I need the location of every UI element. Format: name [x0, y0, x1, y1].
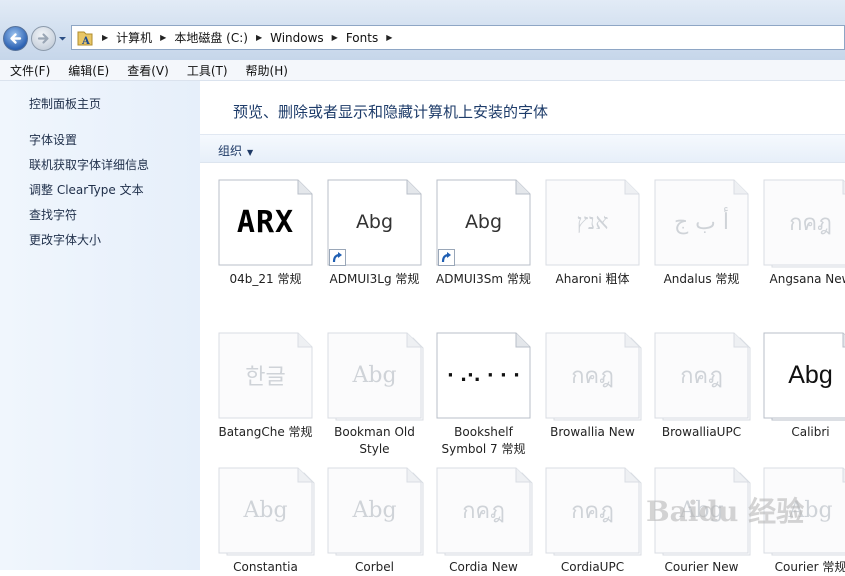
back-button[interactable]: [3, 26, 28, 51]
font-name-label: Aharoni 粗体: [555, 272, 630, 286]
font-name-label: Courier New: [664, 560, 739, 574]
font-family-thumbnail: กคฎ: [654, 332, 754, 422]
forward-button[interactable]: [31, 26, 56, 51]
menu-bar: 文件(F) 编辑(E) 查看(V) 工具(T) 帮助(H): [0, 60, 845, 81]
font-file-thumbnail: 한글: [218, 332, 318, 422]
font-preview-glyphs: Abg: [788, 360, 833, 389]
breadcrumb-computer[interactable]: 计算机: [116, 29, 152, 46]
font-preview-glyphs: 한글: [245, 365, 286, 390]
font-name-label: Angsana New: [769, 272, 845, 286]
get-font-info-online-link[interactable]: 联机获取字体详细信息: [29, 156, 149, 173]
breadcrumb-separator[interactable]: ▶: [256, 33, 262, 42]
font-file-thumbnail: · .·. · · ·: [436, 332, 536, 422]
font-name-label: ADMUI3Sm 常规: [436, 272, 531, 286]
font-preview-glyphs: กคฎ: [789, 210, 832, 236]
breadcrumb-separator[interactable]: ▶: [160, 33, 166, 42]
font-name-label: Browallia New: [550, 425, 635, 439]
font-family-thumbnail: Abg: [763, 332, 845, 422]
font-preview-glyphs: Abg: [243, 497, 288, 523]
font-name-label: Bookman Old Style: [334, 425, 415, 456]
breadcrumb-separator[interactable]: ▶: [386, 33, 392, 42]
font-file-thumbnail: أ ب ج: [654, 179, 754, 269]
font-name-label: Calibri: [791, 425, 830, 439]
menu-file[interactable]: 文件(F): [0, 62, 58, 79]
chevron-down-icon: ▼: [247, 148, 254, 157]
font-preview-glyphs: กคฎ: [571, 363, 614, 389]
font-preview-glyphs: أ ب ج: [673, 209, 729, 235]
address-bar[interactable]: A ▶ 计算机 ▶ 本地磁盘 (C:) ▶ Windows ▶ Fonts ▶: [71, 25, 845, 50]
breadcrumb-local-disk[interactable]: 本地磁盘 (C:): [174, 29, 248, 46]
font-file-thumbnail: ARX: [218, 179, 318, 269]
adjust-cleartype-link[interactable]: 调整 ClearType 文本: [29, 181, 144, 198]
organize-button[interactable]: 组织 ▼: [218, 142, 253, 159]
font-preview-glyphs: ARX: [236, 204, 295, 240]
font-settings-link[interactable]: 字体设置: [29, 131, 77, 148]
change-font-size-link[interactable]: 更改字体大小: [29, 231, 101, 248]
font-preview-glyphs: Abg: [352, 362, 397, 388]
task-pane: 控制面板主页 字体设置 联机获取字体详细信息 调整 ClearType 文本 查…: [0, 81, 200, 570]
font-name-label: Corbel: [355, 560, 394, 574]
shortcut-arrow-icon: [329, 249, 346, 266]
font-preview-glyphs: Abg: [352, 497, 397, 523]
font-name-label: BatangChe 常规: [218, 425, 313, 439]
font-family-thumbnail: กคฎ: [545, 467, 645, 557]
font-name-label: Bookshelf Symbol 7 常规: [441, 425, 526, 456]
menu-tools[interactable]: 工具(T): [177, 62, 236, 79]
breadcrumb-fonts[interactable]: Fonts: [346, 31, 378, 45]
arrow-right-icon: [37, 33, 49, 44]
font-file-thumbnail: אנץ: [545, 179, 645, 269]
breadcrumb-windows[interactable]: Windows: [270, 31, 324, 45]
font-name-label: Constantia: [233, 560, 298, 574]
command-bar: 组织 ▼: [200, 134, 845, 163]
font-family-thumbnail: Abg: [327, 332, 427, 422]
control-panel-home-link[interactable]: 控制面板主页: [29, 95, 101, 112]
font-family-thumbnail: กคฎ: [763, 179, 845, 269]
font-family-thumbnail: Abg: [327, 467, 427, 557]
font-family-thumbnail: กคฎ: [545, 332, 645, 422]
font-family-thumbnail: กคฎ: [436, 467, 536, 557]
font-preview-glyphs: กคฎ: [680, 363, 723, 389]
font-preview-glyphs: אנץ: [576, 210, 609, 235]
watermark: Baidu 经验: [646, 495, 805, 528]
breadcrumb-separator[interactable]: ▶: [102, 33, 108, 42]
find-character-link[interactable]: 查找字符: [29, 206, 77, 223]
organize-label: 组织: [218, 144, 243, 158]
svg-text:A: A: [81, 36, 90, 47]
fonts-folder-icon: A: [77, 31, 93, 47]
font-name-label: Cordia New: [449, 560, 518, 574]
recent-pages-dropdown-icon[interactable]: [58, 34, 67, 43]
font-name-label: Courier 常规: [774, 560, 845, 574]
font-name-label: ADMUI3Lg 常规: [329, 272, 420, 286]
font-name-label: BrowalliaUPC: [661, 425, 742, 439]
shortcut-arrow-icon: [438, 249, 455, 266]
font-name-label: Andalus 常规: [663, 272, 740, 286]
breadcrumb-separator[interactable]: ▶: [332, 33, 338, 42]
page-title: 预览、删除或者显示和隐藏计算机上安装的字体: [233, 103, 549, 121]
menu-edit[interactable]: 编辑(E): [58, 62, 117, 79]
menu-help[interactable]: 帮助(H): [236, 62, 296, 79]
font-family-thumbnail: Abg: [218, 467, 318, 557]
address-toolbar: A ▶ 计算机 ▶ 本地磁盘 (C:) ▶ Windows ▶ Fonts ▶: [0, 0, 845, 61]
font-preview-glyphs: กคฎ: [571, 498, 614, 524]
font-preview-glyphs: กคฎ: [462, 498, 505, 524]
arrow-left-icon: [10, 33, 22, 44]
font-preview-glyphs: · .·. · · ·: [447, 364, 520, 386]
font-file-thumbnail: Abg: [436, 179, 536, 269]
font-name-label: 04b_21 常规: [229, 272, 302, 286]
font-file-thumbnail: Abg: [327, 179, 427, 269]
font-name-label: CordiaUPC: [560, 560, 625, 574]
menu-view[interactable]: 查看(V): [117, 62, 177, 79]
